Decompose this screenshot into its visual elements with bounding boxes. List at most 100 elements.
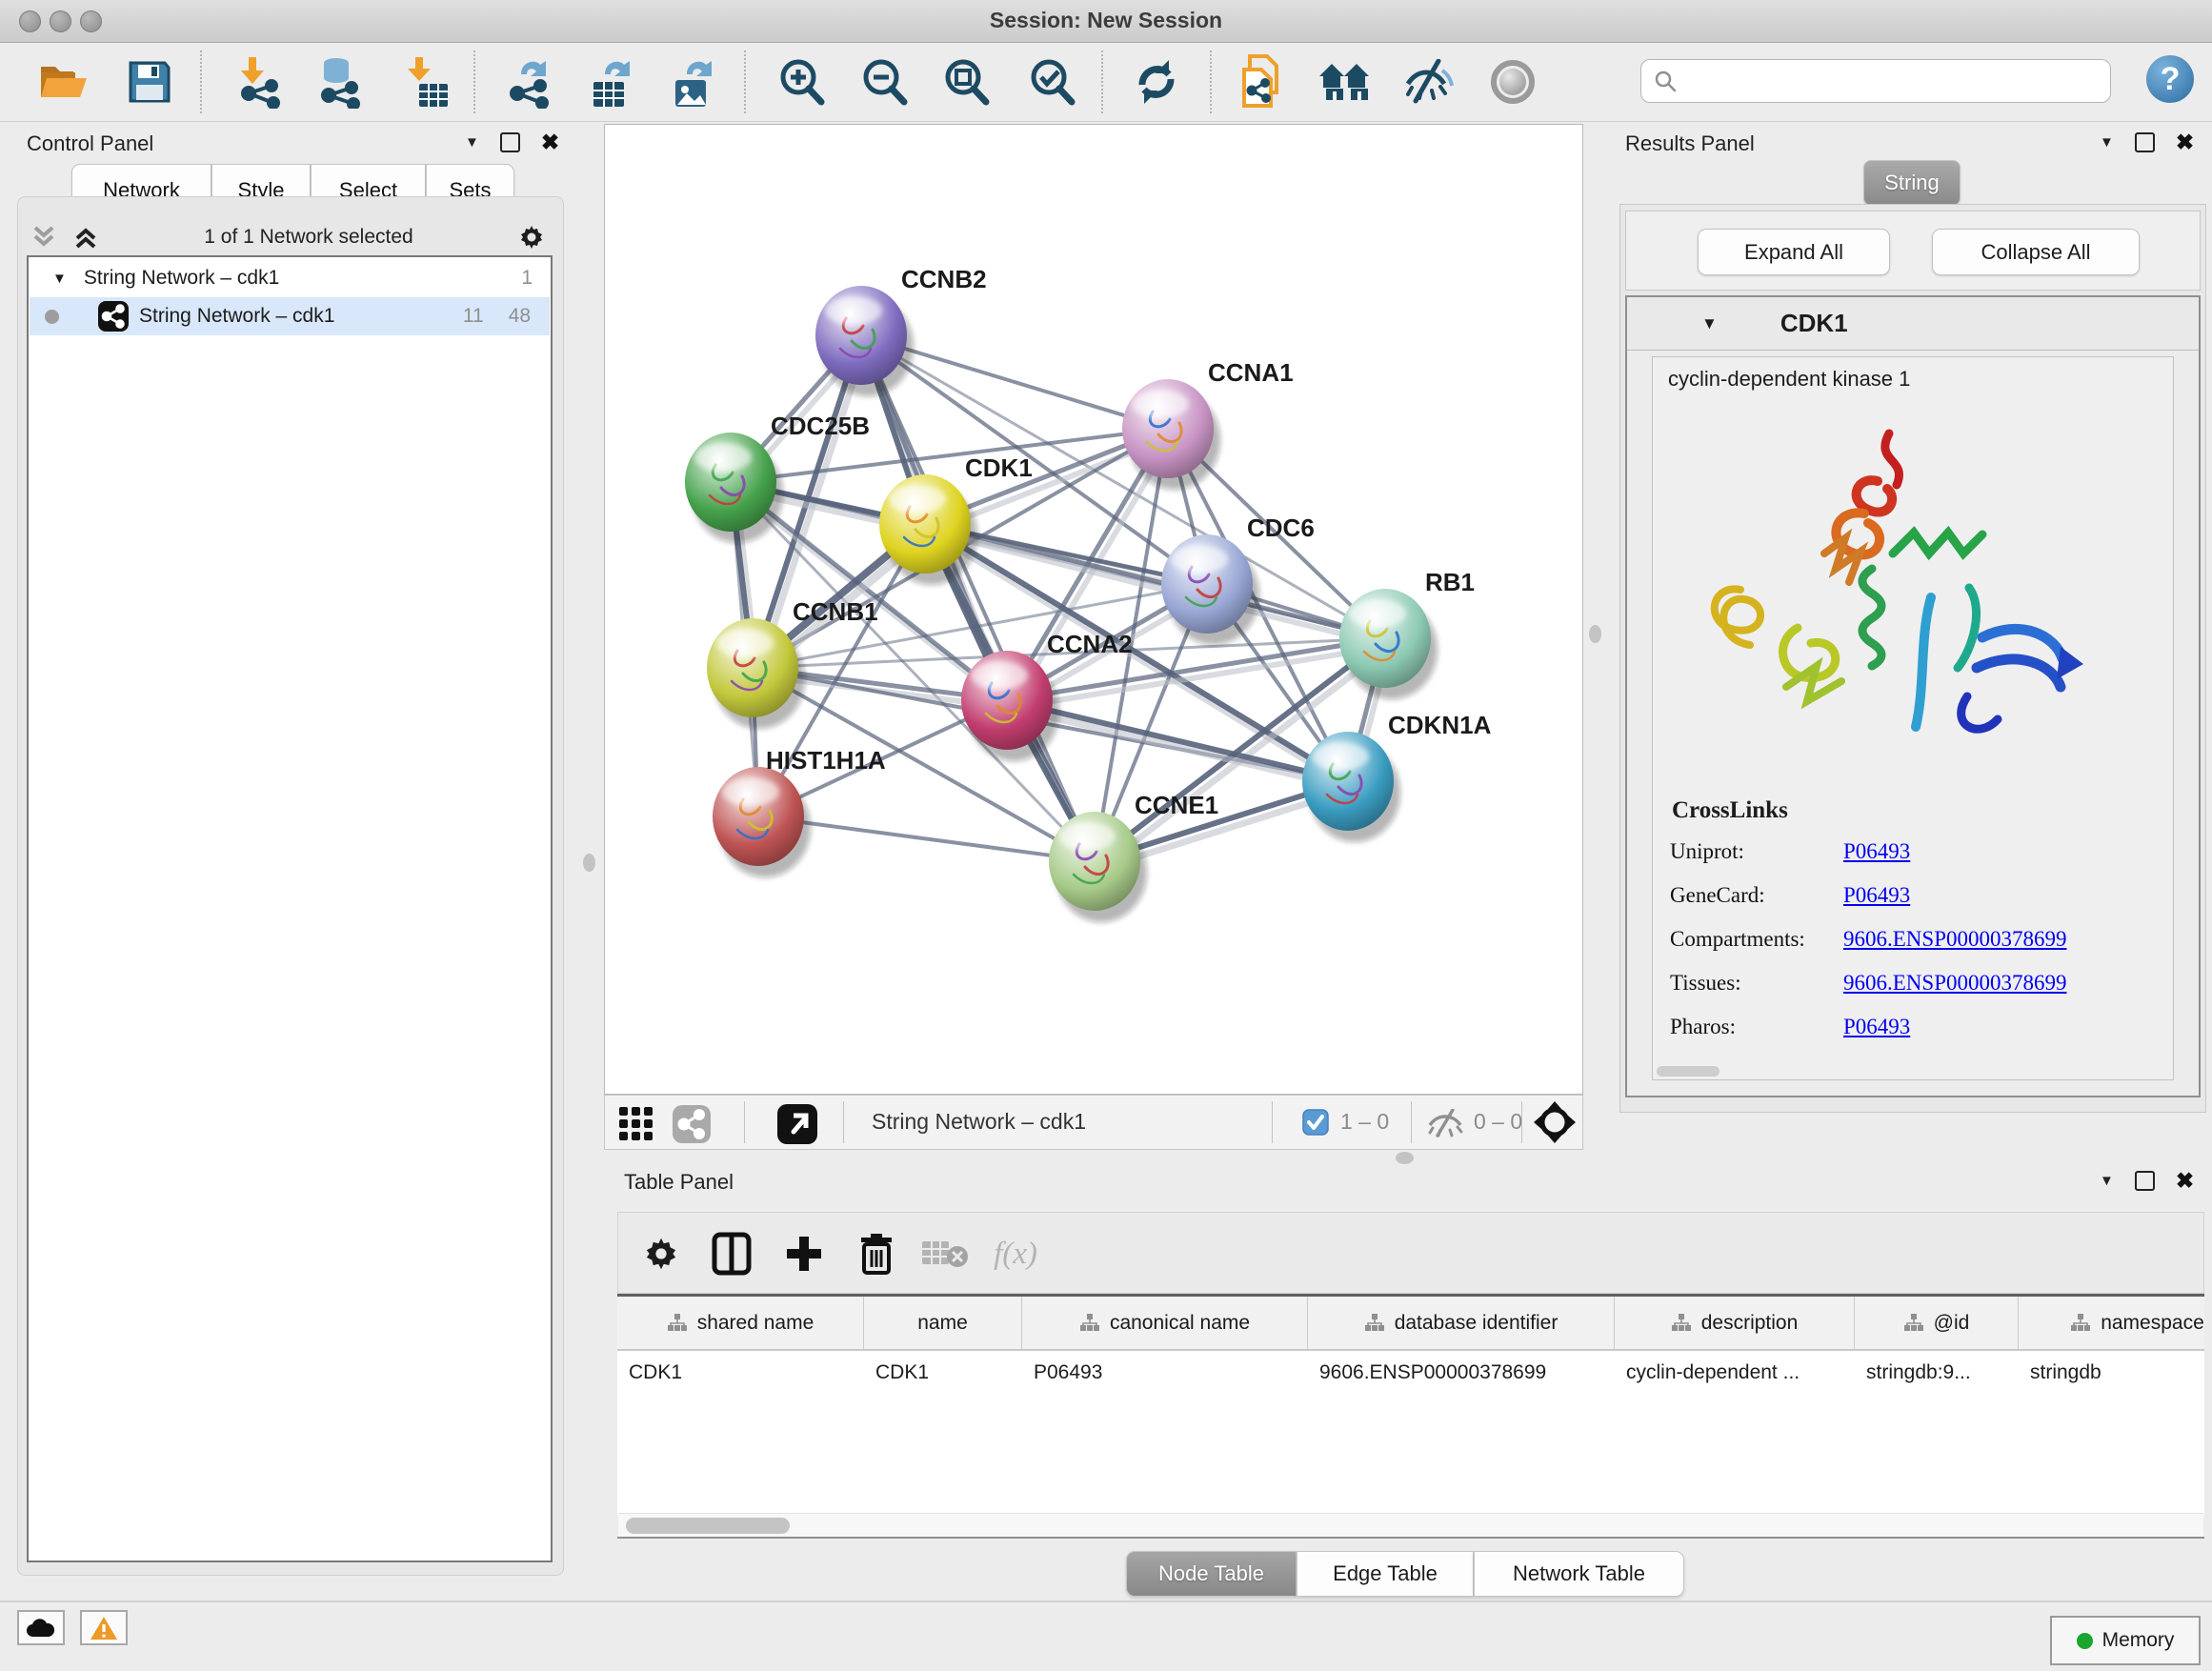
bottom-splitter-handle[interactable] bbox=[1396, 1152, 1414, 1164]
column-header-canonical-name[interactable]: canonical name bbox=[1022, 1297, 1308, 1349]
export-network-icon[interactable] bbox=[501, 54, 556, 110]
import-network-database-icon[interactable] bbox=[312, 54, 368, 110]
control-panel-float-icon[interactable]: ▼ bbox=[465, 135, 479, 150]
results-panel-float-icon[interactable]: ▼ bbox=[2100, 135, 2114, 150]
network-node-CDKN1A[interactable]: CDKN1A bbox=[1302, 711, 1492, 842]
network-collection-row[interactable]: ▼ String Network – cdk1 1 bbox=[30, 259, 550, 297]
crosslink-label: GeneCard: bbox=[1670, 883, 1843, 908]
table-hscrollbar[interactable] bbox=[618, 1513, 2203, 1538]
crosslink-link[interactable]: P06493 bbox=[1843, 839, 1910, 864]
crosslink-link[interactable]: P06493 bbox=[1843, 883, 1910, 908]
column-type-icon bbox=[2070, 1313, 2091, 1334]
file-network-icon[interactable] bbox=[1234, 54, 1289, 110]
control-panel-close-icon[interactable]: ✖ bbox=[541, 131, 559, 153]
crosslink-link[interactable]: P06493 bbox=[1843, 1015, 1910, 1039]
results-panel-close-icon[interactable]: ✖ bbox=[2176, 131, 2194, 153]
table-panel-float-icon[interactable]: ▼ bbox=[2100, 1174, 2114, 1188]
search-field[interactable] bbox=[1640, 59, 2111, 103]
table-cell[interactable]: 9606.ENSP00000378699 bbox=[1308, 1361, 1615, 1384]
network-graph[interactable]: CCNB2CCNA1CDC25BCDK1CDC6RB1CCNB1CCNA2CDK… bbox=[605, 125, 1582, 1094]
network-node-CCNA1[interactable]: CCNA1 bbox=[1122, 358, 1294, 490]
table-row[interactable]: CDK1CDK1P064939606.ENSP00000378699cyclin… bbox=[617, 1351, 2204, 1395]
column-header--id[interactable]: @id bbox=[1855, 1297, 2019, 1349]
collection-expand-caret[interactable]: ▼ bbox=[52, 271, 67, 287]
left-splitter-handle[interactable] bbox=[583, 854, 595, 872]
memory-button[interactable]: Memory bbox=[2050, 1616, 2201, 1665]
help-icon[interactable]: ? bbox=[2142, 51, 2198, 107]
column-header-database-identifier[interactable]: database identifier bbox=[1308, 1297, 1615, 1349]
hidden-eye-icon[interactable] bbox=[1426, 1109, 1464, 1137]
results-panel-maximize-icon[interactable] bbox=[2135, 132, 2155, 152]
search-input[interactable] bbox=[1678, 69, 2099, 93]
tab-edge-table[interactable]: Edge Table bbox=[1297, 1551, 1474, 1597]
hide-eye-icon[interactable] bbox=[1401, 54, 1457, 110]
network-options-gear-icon[interactable] bbox=[516, 222, 547, 252]
table-panel-close-icon[interactable]: ✖ bbox=[2176, 1170, 2194, 1192]
gene-expand-caret[interactable]: ▼ bbox=[1701, 314, 1718, 333]
zoom-selected-icon[interactable] bbox=[1024, 54, 1079, 110]
selected-checkbox[interactable] bbox=[1302, 1109, 1329, 1136]
tab-string[interactable]: String bbox=[1863, 160, 1961, 206]
crosshair-icon[interactable] bbox=[1533, 1100, 1577, 1144]
columns-icon[interactable] bbox=[706, 1230, 757, 1278]
open-session-icon[interactable] bbox=[36, 54, 91, 110]
zoom-fit-icon[interactable] bbox=[938, 54, 994, 110]
results-hscrollbar-thumb[interactable] bbox=[1657, 1066, 1719, 1077]
export-image-icon[interactable] bbox=[665, 54, 720, 110]
table-cell[interactable]: CDK1 bbox=[617, 1361, 864, 1384]
control-panel-maximize-icon[interactable] bbox=[500, 132, 520, 152]
save-session-icon[interactable] bbox=[122, 54, 177, 110]
collapse-all-icon[interactable] bbox=[30, 225, 59, 250]
network-row-selected[interactable]: String Network – cdk1 11 48 bbox=[30, 297, 550, 335]
expand-all-button[interactable]: Expand All bbox=[1698, 229, 1890, 275]
crosslink-link[interactable]: 9606.ENSP00000378699 bbox=[1843, 971, 2067, 996]
birdseye-icon[interactable] bbox=[776, 1103, 818, 1145]
collapse-all-button[interactable]: Collapse All bbox=[1932, 229, 2140, 275]
node-label-CDC25B: CDC25B bbox=[771, 412, 870, 440]
column-type-icon bbox=[1903, 1313, 1924, 1334]
network-canvas[interactable]: CCNB2CCNA1CDC25BCDK1CDC6RB1CCNB1CCNA2CDK… bbox=[604, 124, 1583, 1095]
tab-network-table[interactable]: Network Table bbox=[1474, 1551, 1684, 1597]
add-column-icon[interactable] bbox=[778, 1230, 830, 1278]
presentation-sphere-icon[interactable] bbox=[1485, 54, 1540, 110]
column-header-description[interactable]: description bbox=[1615, 1297, 1855, 1349]
gear-icon[interactable] bbox=[635, 1230, 687, 1278]
table-cell[interactable]: P06493 bbox=[1022, 1361, 1308, 1384]
column-header-shared-name[interactable]: shared name bbox=[617, 1297, 864, 1349]
column-header-name[interactable]: name bbox=[864, 1297, 1022, 1349]
grid-icon[interactable] bbox=[618, 1106, 654, 1140]
node-label-HIST1H1A: HIST1H1A bbox=[766, 746, 886, 775]
warning-button[interactable] bbox=[80, 1610, 128, 1645]
export-table-icon[interactable] bbox=[583, 54, 638, 110]
table-cell[interactable]: stringdb bbox=[2019, 1361, 2204, 1384]
network-node-CDC6[interactable]: CDC6 bbox=[1161, 513, 1315, 645]
network-node-CCNB2[interactable]: CCNB2 bbox=[815, 265, 987, 396]
right-splitter-handle[interactable] bbox=[1589, 625, 1601, 643]
column-header-namespace[interactable]: namespace bbox=[2019, 1297, 2204, 1349]
network-node-HIST1H1A[interactable]: HIST1H1A bbox=[713, 746, 886, 877]
gene-section-header[interactable]: ▼ CDK1 bbox=[1627, 297, 2199, 351]
warning-icon bbox=[90, 1616, 118, 1641]
crosslink-link[interactable]: 9606.ENSP00000378699 bbox=[1843, 927, 2067, 952]
table-cell[interactable]: cyclin-dependent ... bbox=[1615, 1361, 1855, 1384]
crosslink-row-compartments: Compartments:9606.ENSP00000378699 bbox=[1670, 917, 2156, 961]
tab-node-table[interactable]: Node Table bbox=[1126, 1551, 1297, 1597]
refresh-icon[interactable] bbox=[1129, 54, 1184, 110]
zoom-in-icon[interactable] bbox=[774, 54, 829, 110]
table-cell[interactable]: CDK1 bbox=[864, 1361, 1022, 1384]
delete-icon[interactable] bbox=[851, 1230, 902, 1278]
table-cell[interactable]: stringdb:9... bbox=[1855, 1361, 2019, 1384]
table-panel-maximize-icon[interactable] bbox=[2135, 1171, 2155, 1191]
share-icon[interactable] bbox=[672, 1104, 712, 1144]
expand-all-icon[interactable] bbox=[72, 225, 101, 250]
network-node-CCNE1[interactable]: CCNE1 bbox=[1049, 791, 1218, 922]
string-home-icon[interactable] bbox=[1318, 54, 1374, 110]
import-network-file-icon[interactable] bbox=[232, 54, 288, 110]
import-table-icon[interactable] bbox=[400, 54, 455, 110]
zoom-out-icon[interactable] bbox=[856, 54, 912, 110]
cloud-button[interactable] bbox=[17, 1610, 65, 1645]
network-node-RB1[interactable]: RB1 bbox=[1339, 568, 1475, 699]
table-hscrollbar-thumb[interactable] bbox=[626, 1518, 790, 1534]
node-label-CCNB2: CCNB2 bbox=[901, 265, 987, 293]
network-edge-count: 48 bbox=[509, 305, 531, 328]
